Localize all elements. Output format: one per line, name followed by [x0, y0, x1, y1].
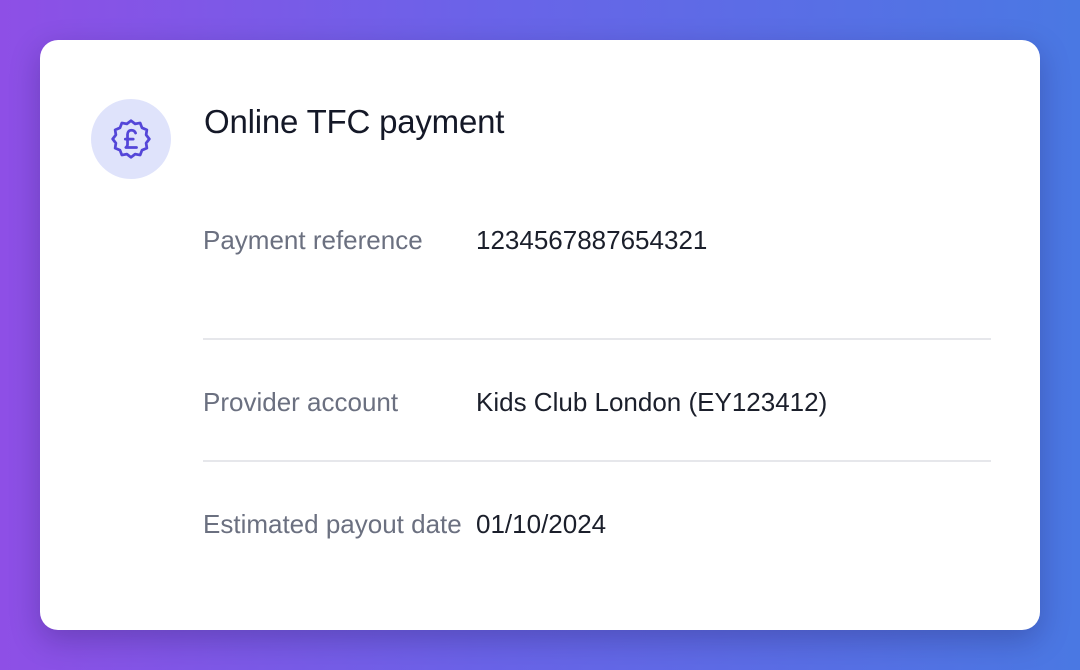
estimated-payout-date-value: 01/10/2024: [476, 509, 607, 539]
payment-details-list: Payment reference 1234567887654321 Provi…: [203, 220, 991, 602]
card-title: Online TFC payment: [204, 103, 505, 140]
payment-reference-label: Payment reference: [203, 225, 423, 255]
provider-account-value: Kids Club London (EY123412): [476, 387, 828, 417]
detail-row-estimated-payout-date: Estimated payout date 01/10/2024: [203, 462, 991, 602]
detail-row-provider-account: Provider account Kids Club London (EY123…: [203, 340, 991, 462]
detail-row-payment-reference: Payment reference 1234567887654321: [203, 220, 991, 340]
payment-reference-value: 1234567887654321: [476, 225, 708, 255]
payment-card: Online TFC payment Payment reference 123…: [40, 40, 1040, 630]
estimated-payout-date-label: Estimated payout date: [203, 509, 462, 539]
pound-badge-icon: [91, 99, 171, 179]
provider-account-label: Provider account: [203, 387, 399, 417]
